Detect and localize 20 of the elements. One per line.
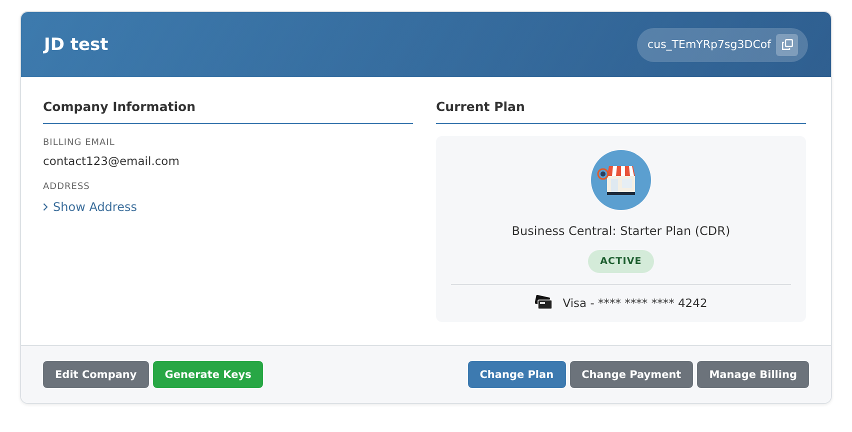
section-heading: Company Information: [43, 99, 413, 124]
field-label: BILLING EMAIL: [43, 138, 116, 148]
section-heading: Current Plan: [436, 99, 806, 124]
plan-logo-drawing: [591, 150, 651, 210]
copy-button[interactable]: [776, 34, 798, 56]
customer-id: cus_TEmYRp7sg3DCof: [648, 38, 771, 51]
status-badge: ACTIVE: [588, 250, 654, 273]
action-button[interactable]: Change Payment: [570, 361, 694, 388]
copy-icon: [782, 39, 792, 50]
action-button[interactable]: Change Plan: [468, 361, 566, 388]
plan-name: Business Central: Starter Plan (CDR): [512, 224, 730, 238]
action-button[interactable]: Manage Billing: [697, 361, 809, 388]
show-address-link[interactable]: Show Address: [43, 200, 137, 214]
action-button[interactable]: Generate Keys: [152, 361, 264, 388]
field-label: ADDRESS: [43, 182, 91, 192]
action-button[interactable]: Edit Company: [43, 361, 149, 388]
credit-card-icon: [534, 295, 553, 310]
field-value: contact123@email.com: [43, 154, 180, 168]
payment-method: Visa - **** **** **** 4242: [562, 296, 708, 310]
company-title: JD test: [44, 34, 108, 54]
